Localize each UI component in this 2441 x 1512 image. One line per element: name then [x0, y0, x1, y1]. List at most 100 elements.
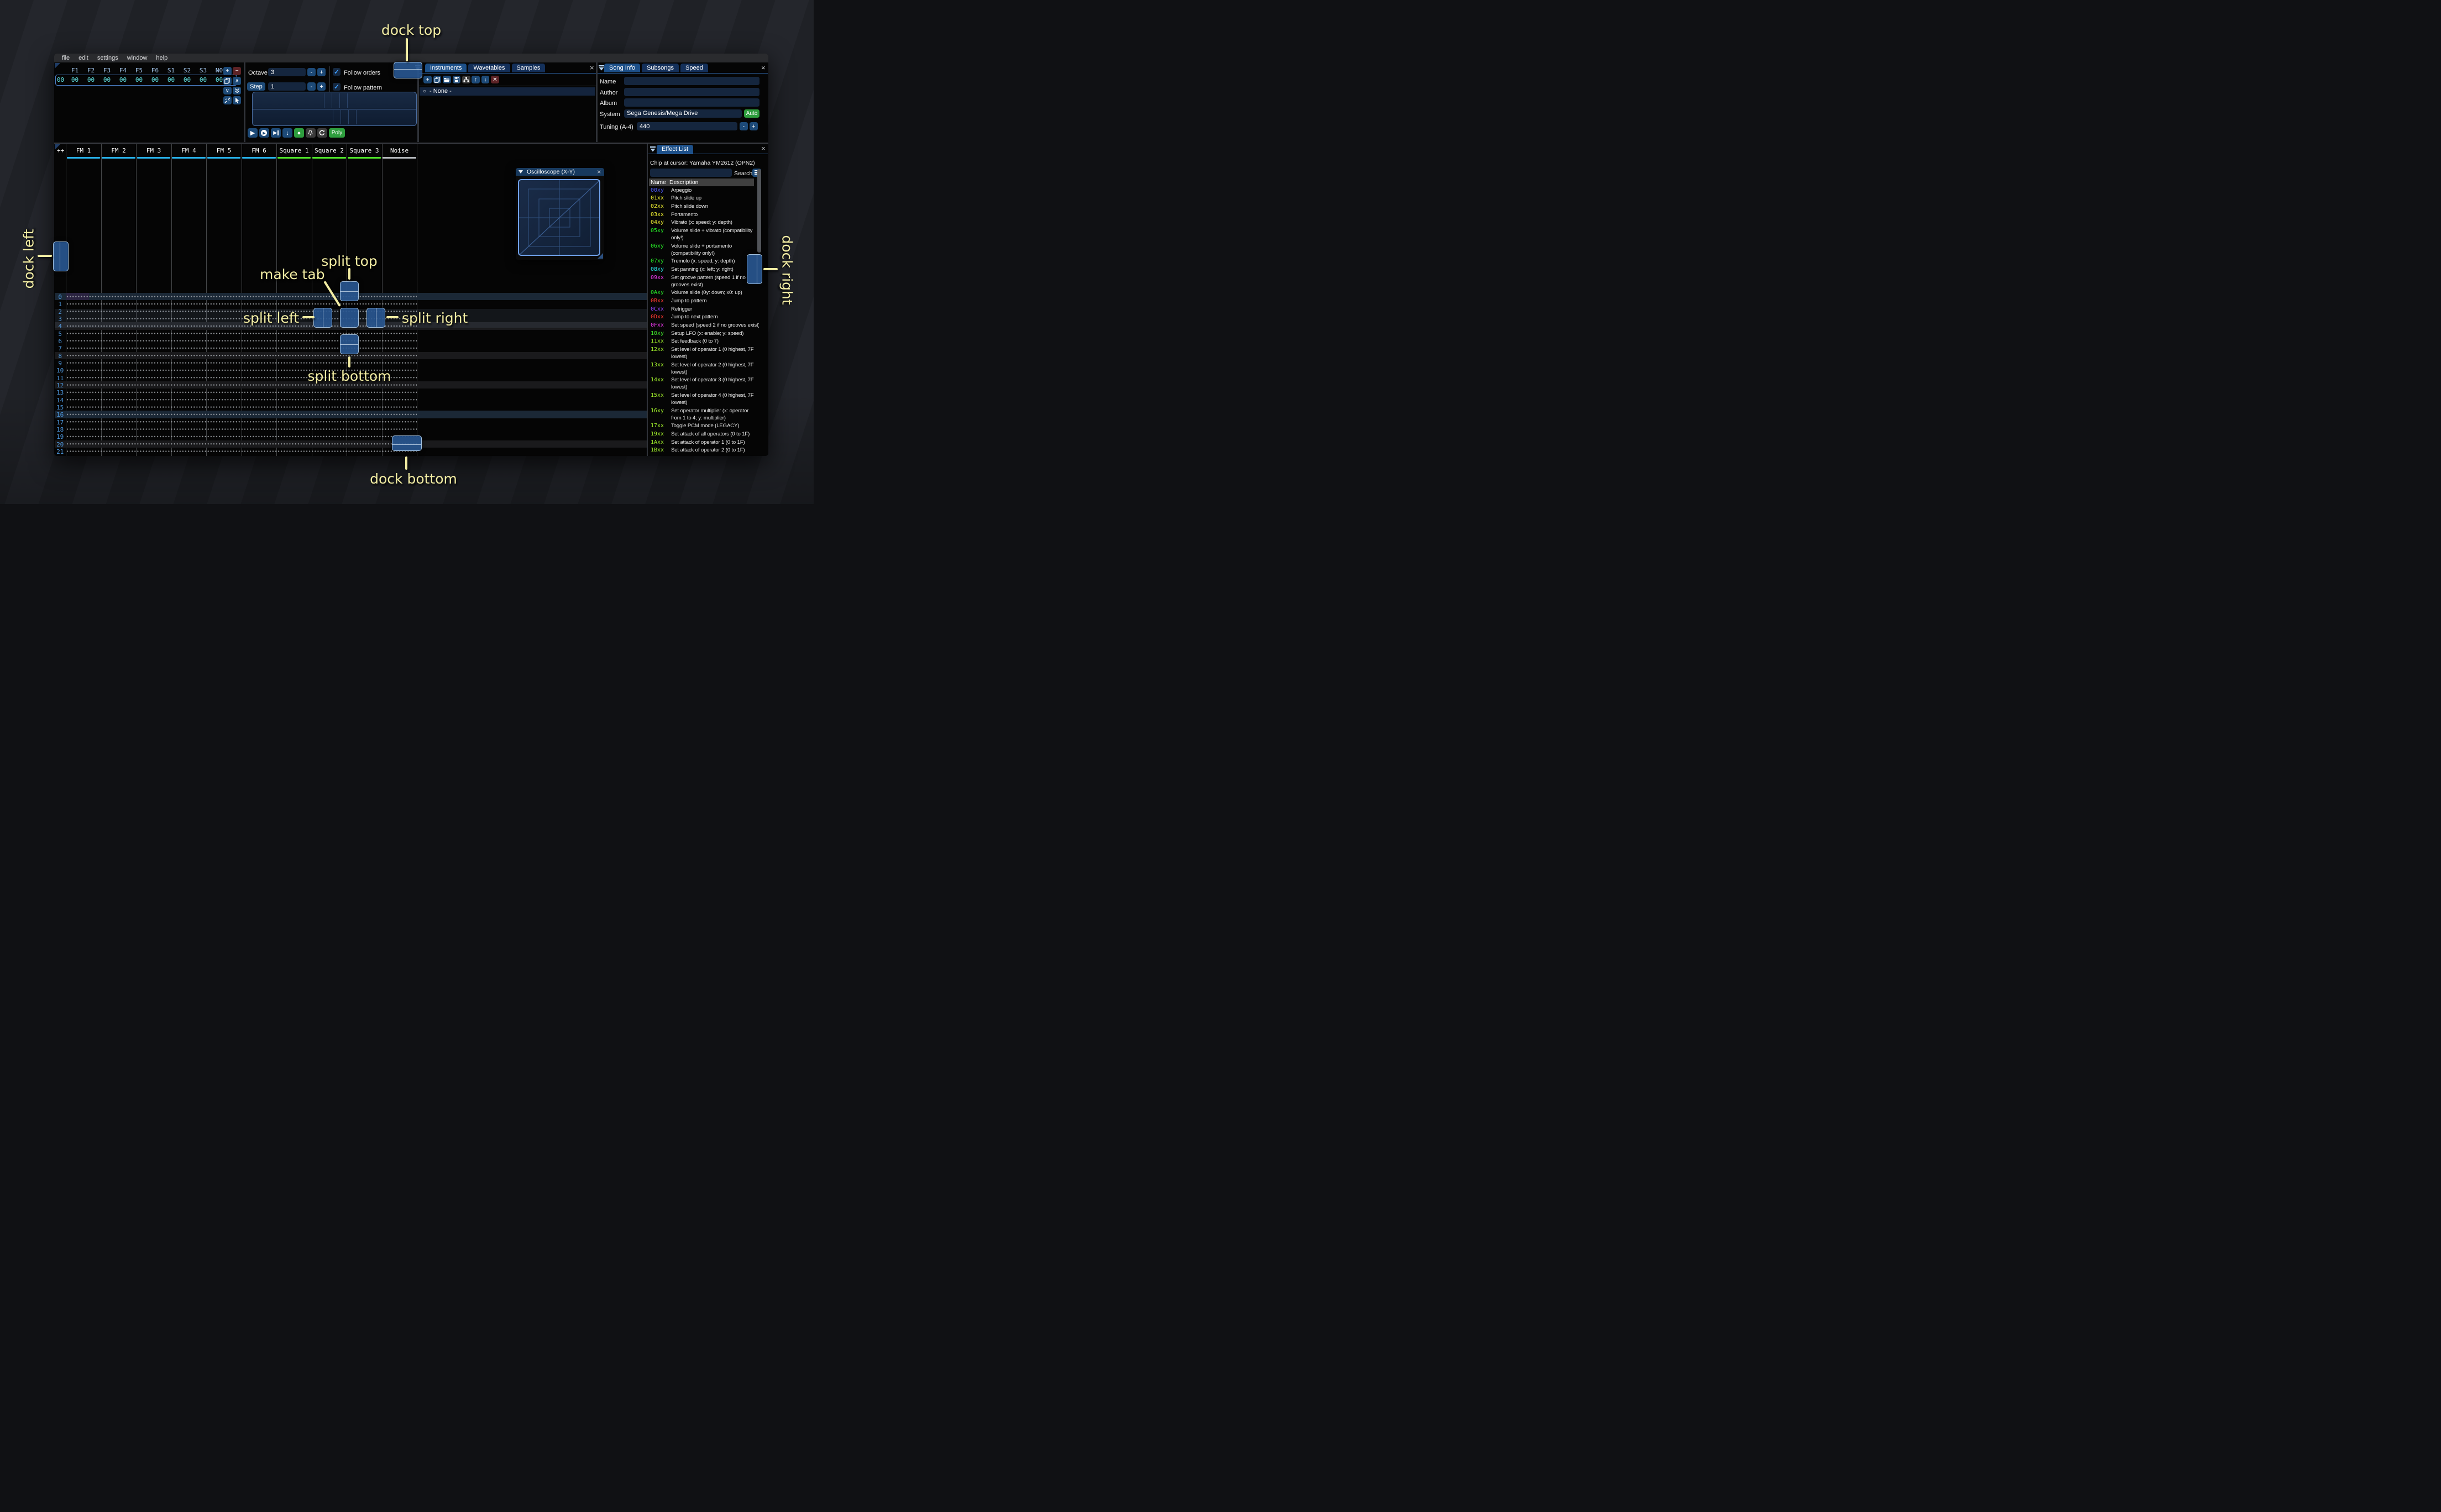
menu-item-settings[interactable]: settings [93, 55, 123, 61]
split-left-button[interactable] [313, 308, 332, 328]
orders-col-F4[interactable]: F4 [115, 67, 131, 74]
split-top-button[interactable] [340, 281, 359, 301]
auto-system-button[interactable]: Auto [744, 109, 759, 118]
octave-input[interactable] [268, 68, 306, 76]
follow-pattern-checkbox[interactable]: ✓ [333, 83, 341, 91]
channel-header-square-3[interactable]: Square 3 [347, 147, 382, 154]
channel-header-fm-1[interactable]: FM 1 [66, 147, 101, 154]
instrument-dir-button[interactable] [462, 75, 470, 84]
play-pattern-button[interactable]: ▶ [259, 128, 269, 138]
orders-col-F3[interactable]: F3 [99, 67, 115, 74]
step-input[interactable] [268, 82, 306, 91]
orders-col-S3[interactable]: S3 [195, 67, 211, 74]
orders-cell[interactable]: 00 [179, 76, 195, 83]
tab-wavetables[interactable]: Wavetables [468, 64, 510, 72]
order-up-button[interactable]: ∧ [233, 77, 241, 85]
instrument-up-button[interactable]: ↑ [472, 75, 480, 84]
tab-instruments[interactable]: Instruments [425, 64, 467, 72]
channel-header-noise[interactable]: Noise [382, 147, 417, 154]
tab-effect-list[interactable]: Effect List [657, 145, 694, 154]
orders-cell[interactable]: 00 [195, 76, 211, 83]
horizontal-splitter[interactable] [54, 142, 768, 144]
save-instrument-button[interactable] [452, 75, 461, 84]
tuning-plus-button[interactable]: + [749, 122, 758, 130]
system-field[interactable] [624, 109, 742, 118]
menu-item-edit[interactable]: edit [74, 55, 93, 61]
tab-speed[interactable]: Speed [680, 64, 708, 72]
channel-header-fm-5[interactable]: FM 5 [206, 147, 242, 154]
effect-list-scrollbar[interactable] [757, 169, 761, 253]
instrument-down-button[interactable]: ↓ [481, 75, 490, 84]
channel-header-square-2[interactable]: Square 2 [312, 147, 347, 154]
play-button[interactable]: ▶ [248, 128, 258, 138]
orders-col-F6[interactable]: F6 [147, 67, 163, 74]
split-right-button[interactable] [366, 308, 385, 328]
orders-col-S1[interactable]: S1 [163, 67, 179, 74]
channel-header-fm-6[interactable]: FM 6 [242, 147, 277, 154]
orders-cell[interactable]: 00 [83, 76, 99, 83]
add-instrument-button[interactable]: + [423, 75, 432, 84]
piano-widget[interactable] [252, 92, 417, 126]
instrument-list-item[interactable]: ○ - None - [420, 87, 595, 96]
orders-cell[interactable]: 00 [99, 76, 115, 83]
tuning-minus-button[interactable]: - [740, 122, 748, 130]
step-row-button[interactable]: ↓ [282, 128, 292, 138]
orders-cell[interactable]: 00 [147, 76, 163, 83]
channel-header-fm-4[interactable]: FM 4 [171, 147, 207, 154]
author-field[interactable] [624, 87, 759, 96]
instruments-close-icon[interactable]: × [590, 64, 594, 71]
channel-header-fm-2[interactable]: FM 2 [101, 147, 137, 154]
oscilloscope-collapse-icon[interactable] [518, 170, 523, 174]
menu-item-window[interactable]: window [123, 55, 152, 61]
menu-item-help[interactable]: help [151, 55, 172, 61]
duplicate-instrument-button[interactable] [433, 75, 442, 84]
effect-list-collapse-icon[interactable] [650, 146, 656, 152]
oscilloscope-resize-grip[interactable] [598, 253, 604, 259]
step-label-button[interactable]: Step [247, 82, 265, 91]
song-info-collapse-icon[interactable] [599, 65, 604, 71]
order-edit-mode-button[interactable] [233, 96, 241, 105]
oscilloscope-titlebar[interactable]: Oscilloscope (X-Y) × [516, 167, 605, 176]
album-field[interactable] [624, 98, 759, 107]
duplicate-end-button[interactable] [233, 86, 241, 95]
effect-list-close-icon[interactable]: × [761, 145, 766, 152]
octave-plus-button[interactable]: + [317, 68, 326, 76]
remove-order-button[interactable]: − [233, 67, 241, 75]
tab-samples[interactable]: Samples [511, 64, 546, 72]
orders-col-F5[interactable]: F5 [131, 67, 147, 74]
add-order-button[interactable]: + [223, 67, 232, 75]
metronome-button[interactable] [306, 128, 316, 138]
orders-cell[interactable]: 00 [67, 76, 83, 83]
orders-cell[interactable]: 00 [115, 76, 131, 83]
channel-header-square-1[interactable]: Square 1 [276, 147, 312, 154]
step-minus-button[interactable]: - [307, 82, 316, 91]
orders-col-S2[interactable]: S2 [179, 67, 195, 74]
dock-bottom-button[interactable] [392, 435, 422, 451]
open-instrument-button[interactable] [443, 75, 451, 84]
orders-row-index[interactable]: 00 [55, 76, 66, 83]
poly-button[interactable]: Poly [329, 128, 345, 138]
vertical-splitter-3[interactable] [596, 62, 598, 142]
vertical-splitter-1[interactable] [244, 62, 245, 142]
duplicate-order-button[interactable] [223, 77, 232, 85]
orders-cell[interactable]: 00 [163, 76, 179, 83]
split-bottom-button[interactable] [340, 334, 359, 354]
orders-col-F2[interactable]: F2 [83, 67, 99, 74]
dock-right-button[interactable] [747, 254, 762, 284]
effect-search-input[interactable] [650, 168, 732, 177]
tab-song-info[interactable]: Song Info [604, 64, 641, 72]
menu-item-file[interactable]: file [57, 55, 74, 61]
follow-orders-checkbox[interactable]: ✓ [333, 68, 341, 76]
order-down-button[interactable]: ∨ [223, 86, 232, 95]
song-info-close-icon[interactable]: × [761, 64, 766, 71]
dock-top-button[interactable] [394, 62, 422, 78]
oscilloscope-close-icon[interactable]: × [597, 168, 601, 176]
delete-instrument-button[interactable]: ✕ [491, 75, 499, 84]
octave-minus-button[interactable]: - [307, 68, 316, 76]
dock-left-button[interactable] [53, 242, 69, 271]
orders-col-F1[interactable]: F1 [67, 67, 83, 74]
channel-header-fm-3[interactable]: FM 3 [136, 147, 171, 154]
oscilloscope-window[interactable]: Oscilloscope (X-Y) × [516, 167, 605, 260]
deep-clone-button[interactable] [223, 96, 232, 105]
record-button[interactable]: ● [294, 128, 304, 138]
